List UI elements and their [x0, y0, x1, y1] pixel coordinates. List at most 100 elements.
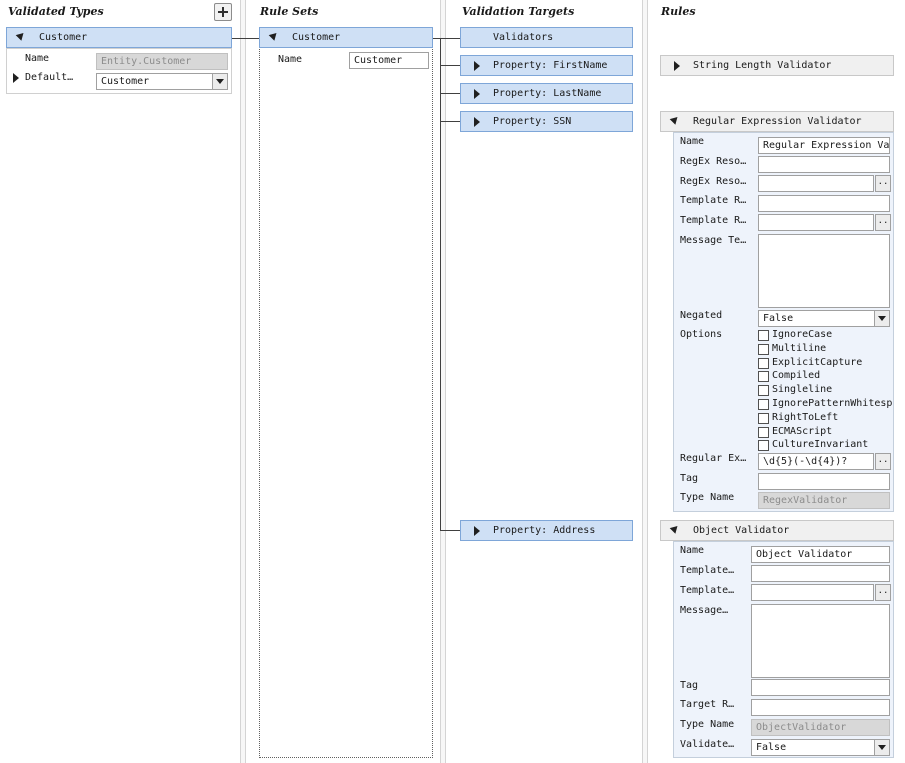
target-ssn-node[interactable]: Property: SSN — [460, 111, 633, 132]
validators-node[interactable]: Validators — [460, 27, 633, 48]
option-checkbox[interactable] — [758, 426, 769, 438]
object-name-field[interactable]: Object Validator — [751, 546, 890, 563]
regex-resource-type-browse-button[interactable]: .. — [875, 175, 891, 192]
object-template-name-field[interactable] — [751, 565, 890, 582]
option-row[interactable]: ExplicitCapture — [758, 357, 894, 370]
option-checkbox[interactable] — [758, 412, 769, 424]
option-label: RightToLeft — [772, 411, 839, 423]
negated-select[interactable]: False — [758, 310, 890, 327]
header-validation-targets: Validation Targets — [462, 5, 575, 18]
regex-type-name-label: Type Name — [680, 492, 735, 503]
option-checkbox[interactable] — [758, 385, 769, 397]
regex-type-name-field[interactable]: RegexValidator — [758, 492, 890, 509]
message-template-label: Message Te… — [680, 235, 747, 246]
regex-tag-label: Tag — [680, 473, 699, 484]
triangle-right-icon[interactable] — [474, 117, 480, 127]
triangle-down-icon[interactable] — [669, 523, 681, 534]
target-firstname-node[interactable]: Property: FirstName — [460, 55, 633, 76]
option-row[interactable]: Compiled — [758, 370, 894, 383]
string-length-validator-node[interactable]: String Length Validator — [660, 55, 894, 76]
chevron-down-icon[interactable] — [212, 74, 227, 89]
option-row[interactable]: CultureInvariant — [758, 439, 894, 452]
regex-tag-field[interactable] — [758, 473, 890, 490]
triangle-right-icon[interactable] — [13, 73, 19, 83]
template-resource-type-browse-button[interactable]: .. — [875, 214, 891, 231]
object-validator-node[interactable]: Object Validator — [660, 520, 894, 541]
object-template-type-label: Template… — [680, 585, 735, 596]
options-list: IgnoreCase Multiline ExplicitCapture Compil… — [758, 329, 894, 453]
regex-name-label: Name — [680, 136, 705, 147]
object-type-name-field[interactable]: ObjectValidator — [751, 719, 890, 736]
connector-line — [231, 38, 259, 39]
message-template-field[interactable] — [758, 234, 890, 308]
target-firstname-label: Property: FirstName — [493, 60, 608, 71]
option-row[interactable]: Multiline — [758, 343, 894, 356]
option-checkbox[interactable] — [758, 357, 769, 369]
string-length-validator-title: String Length Validator — [693, 60, 832, 71]
triangle-right-icon[interactable] — [474, 89, 480, 99]
option-label: IgnoreCase — [772, 329, 833, 340]
object-validate-actual-type-value: False — [756, 742, 787, 753]
option-label: IgnorePatternWhitesp — [772, 398, 893, 409]
object-validate-actual-type-label: Validate… — [680, 739, 735, 750]
target-address-label: Property: Address — [493, 525, 596, 536]
header-validated-types: Validated Types — [8, 5, 104, 18]
add-icon[interactable] — [214, 3, 232, 21]
connector-line — [440, 65, 460, 66]
regex-resource-type-field[interactable] — [758, 175, 874, 192]
triangle-down-icon[interactable] — [268, 30, 280, 41]
option-checkbox[interactable] — [758, 330, 769, 341]
validated-type-node[interactable]: Customer — [6, 27, 232, 48]
rule-set-container — [259, 27, 433, 758]
column-splitter-1[interactable] — [240, 0, 246, 763]
option-label: ExplicitCapture — [772, 356, 863, 368]
template-resource-type-field[interactable] — [758, 214, 874, 231]
option-row[interactable]: RightToLeft — [758, 412, 894, 425]
option-row[interactable]: Singleline — [758, 384, 894, 397]
object-target-ruleset-field[interactable] — [751, 699, 890, 716]
triangle-right-icon[interactable] — [474, 526, 480, 536]
object-type-name-label: Type Name — [680, 719, 735, 730]
triangle-right-icon[interactable] — [474, 61, 480, 71]
template-resource-name-field[interactable] — [758, 195, 890, 212]
option-checkbox[interactable] — [758, 343, 769, 355]
target-address-node[interactable]: Property: Address — [460, 520, 633, 541]
option-label: CultureInvariant — [772, 439, 869, 451]
option-checkbox[interactable] — [758, 371, 769, 383]
object-name-label: Name — [680, 545, 705, 556]
triangle-right-icon[interactable] — [674, 61, 680, 71]
default-label: Default… — [25, 72, 74, 83]
chevron-down-icon[interactable] — [874, 740, 889, 755]
object-validate-actual-type-select[interactable]: False — [751, 739, 890, 756]
option-row[interactable]: IgnoreCase — [758, 329, 894, 342]
option-row[interactable]: ECMAScript — [758, 426, 894, 439]
regex-validator-node[interactable]: Regular Expression Validator — [660, 111, 894, 132]
regular-expression-field[interactable]: \d{5}(-\d{4})? — [758, 453, 874, 470]
connector-line — [440, 38, 441, 530]
object-tag-field[interactable] — [751, 679, 890, 696]
object-template-type-field[interactable] — [751, 584, 874, 601]
option-checkbox[interactable] — [758, 440, 769, 452]
regex-resource-name-label: RegEx Reso… — [680, 156, 747, 167]
triangle-down-icon[interactable] — [15, 30, 27, 41]
rule-set-name-label: Name — [278, 54, 303, 65]
target-lastname-node[interactable]: Property: LastName — [460, 83, 633, 104]
option-checkbox[interactable] — [758, 399, 769, 410]
triangle-down-icon[interactable] — [669, 114, 681, 125]
regex-validator-title: Regular Expression Validator — [693, 116, 862, 127]
regex-resource-type-label: RegEx Reso… — [680, 176, 747, 187]
default-rule-set-select[interactable]: Customer — [96, 73, 228, 90]
connector-line — [432, 38, 460, 39]
regex-name-field[interactable]: Regular Expression Va — [758, 137, 890, 154]
regular-expression-browse-button[interactable]: .. — [875, 453, 891, 470]
object-validator-properties: Name Object Validator Template… Template… — [673, 541, 894, 758]
option-row[interactable]: IgnorePatternWhitesp — [758, 398, 894, 411]
chevron-down-icon[interactable] — [874, 311, 889, 326]
rule-set-node[interactable]: Customer — [259, 27, 433, 48]
column-splitter-3[interactable] — [642, 0, 648, 763]
name-field[interactable]: Entity.Customer — [96, 53, 228, 70]
object-template-type-browse-button[interactable]: .. — [875, 584, 891, 601]
regex-resource-name-field[interactable] — [758, 156, 890, 173]
object-message-field[interactable] — [751, 604, 890, 678]
rule-set-name-field[interactable]: Customer — [349, 52, 429, 69]
